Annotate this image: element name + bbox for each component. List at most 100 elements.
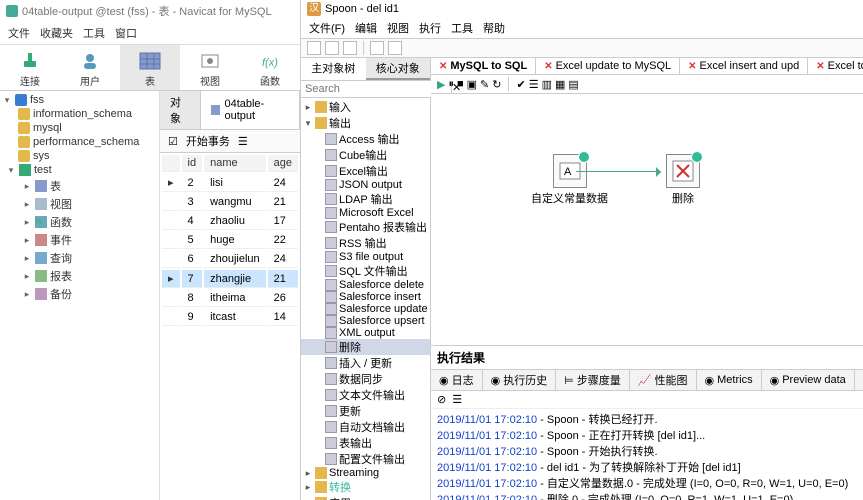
step-item[interactable]: Microsoft Excel (301, 207, 430, 219)
close-icon[interactable]: ✕ (439, 61, 447, 72)
verify-icon[interactable]: ✔ (516, 78, 525, 91)
step-item[interactable]: Salesforce upsert (301, 315, 430, 327)
step-item[interactable]: S3 file output (301, 251, 430, 263)
tree-db[interactable]: mysql (0, 121, 159, 135)
tab-output[interactable]: 04table-output (201, 91, 300, 129)
editor-tab[interactable]: ✕MySQL to SQL (431, 58, 536, 74)
table-row[interactable]: 5huge22 (162, 232, 298, 249)
open-icon[interactable] (325, 41, 339, 55)
data-grid[interactable]: idnameage ▸2lisi243wangmu214zhaoliu175hu… (160, 153, 300, 328)
rtab-log[interactable]: ◉日志 (431, 370, 483, 390)
step-item[interactable]: Excel输出 (301, 163, 430, 179)
conn-root[interactable]: ▾fss (0, 93, 159, 107)
cat-trans[interactable]: ▸转换 (301, 479, 430, 495)
step-item[interactable]: LDAP 输出 (301, 191, 430, 207)
stop-icon[interactable]: ■ (457, 78, 464, 90)
menu-fav[interactable]: 收藏夹 (40, 25, 73, 41)
editor-tab[interactable]: ✕Excel update to MySQL (536, 58, 680, 74)
rtab-metrics[interactable]: ⊨步骤度量 (556, 370, 630, 390)
menu-run[interactable]: 执行 (419, 20, 441, 36)
steps-tree[interactable]: ▸输入 ▾输出 Access 输出Cube输出Excel输出JSON outpu… (301, 98, 430, 500)
step-item[interactable]: Salesforce delete (301, 279, 430, 291)
tool-user[interactable]: 用户 (60, 45, 120, 90)
rtab-preview[interactable]: ◉Preview data (762, 370, 855, 390)
filter-icon[interactable]: ☰ (238, 135, 248, 148)
table-row[interactable]: 9itcast14 (162, 309, 298, 326)
rtab-metrics2[interactable]: ◉Metrics (697, 370, 762, 390)
hop-arrow[interactable] (576, 171, 661, 172)
close-icon[interactable]: ✕ (544, 61, 552, 72)
tab-core[interactable]: 核心对象 (366, 58, 431, 80)
debug-icon[interactable]: ✎ (480, 78, 489, 91)
search-input[interactable] (301, 81, 451, 97)
table-row[interactable]: 6zhoujielun24 (162, 251, 298, 268)
transformation-canvas[interactable]: A 自定义常量数据 删除 (431, 94, 863, 345)
tree-views[interactable]: ▸视图 (0, 195, 159, 213)
step-item[interactable]: SQL 文件输出 (301, 263, 430, 279)
menu-file[interactable]: 文件 (8, 25, 30, 41)
step-item[interactable]: 更新 (301, 403, 430, 419)
navicat-tree[interactable]: ▾fss information_schema mysql performanc… (0, 91, 160, 500)
menu-tools[interactable]: 工具 (83, 25, 105, 41)
tree-db[interactable]: performance_schema (0, 135, 159, 149)
step-item[interactable]: 文本文件输出 (301, 387, 430, 403)
tool-table[interactable]: 表 (120, 45, 180, 90)
tree-db[interactable]: information_schema (0, 107, 159, 121)
step-node[interactable]: A 自定义常量数据 (531, 154, 608, 206)
impact-icon[interactable]: ☰ (529, 78, 539, 91)
saveas-icon[interactable] (388, 41, 402, 55)
rtab-perf[interactable]: 📈性能图 (630, 370, 697, 390)
replay-icon[interactable]: ↻ (492, 78, 501, 91)
step-item[interactable]: 表输出 (301, 435, 430, 451)
save-icon[interactable] (370, 41, 384, 55)
menu-window[interactable]: 窗口 (115, 25, 137, 41)
cat-input[interactable]: ▸输入 (301, 99, 430, 115)
tree-tables[interactable]: ▸表 (0, 177, 159, 195)
menu-view[interactable]: 视图 (387, 20, 409, 36)
step-item[interactable]: Salesforce insert (301, 291, 430, 303)
cat-app[interactable]: ▸应用 (301, 495, 430, 500)
step-item[interactable]: Access 输出 (301, 131, 430, 147)
tree-queries[interactable]: ▸查询 (0, 249, 159, 267)
clear-log-icon[interactable]: ⊘ (437, 393, 446, 406)
table-row[interactable]: 3wangmu21 (162, 194, 298, 211)
new-icon[interactable] (307, 41, 321, 55)
tool-view[interactable]: 视图 (180, 45, 240, 90)
table-row[interactable]: 4zhaoliu17 (162, 213, 298, 230)
begin-transaction[interactable]: 开始事务 (186, 133, 230, 149)
step-item[interactable]: XML output (301, 327, 430, 339)
step-node[interactable]: 删除 (666, 154, 700, 206)
tab-main-tree[interactable]: 主对象树 (301, 58, 366, 80)
tree-reports[interactable]: ▸报表 (0, 267, 159, 285)
show-results-icon[interactable]: ▤ (568, 78, 578, 91)
tab-objects[interactable]: 对象 (160, 91, 201, 129)
explore-db-icon[interactable]: ▦ (555, 78, 565, 91)
pause-icon[interactable]: ⏸ (448, 78, 454, 91)
menu-edit[interactable]: 编辑 (355, 20, 377, 36)
spoon-menubar[interactable]: 文件(F) 编辑 视图 执行 工具 帮助 (301, 18, 863, 39)
close-icon[interactable]: ✕ (816, 61, 824, 72)
step-item[interactable]: 配置文件输出 (301, 451, 430, 467)
log-output[interactable]: 2019/11/01 17:02:10 - Spoon - 转换已经打开.201… (431, 409, 863, 500)
tree-fns[interactable]: ▸fx函数 (0, 213, 159, 231)
tool-connect[interactable]: 连接 (0, 45, 60, 90)
checkbox-icon[interactable]: ☑ (168, 135, 178, 148)
step-item[interactable]: 删除 (301, 339, 430, 355)
step-item[interactable]: Cube输出 (301, 147, 430, 163)
table-row[interactable]: ▸7zhangjie21 (162, 270, 298, 288)
tree-db-open[interactable]: ▾test (0, 163, 159, 177)
menu-tools[interactable]: 工具 (451, 20, 473, 36)
cat-streaming[interactable]: ▸Streaming (301, 467, 430, 479)
tree-backup[interactable]: ▸备份 (0, 285, 159, 303)
step-item[interactable]: 自动文档输出 (301, 419, 430, 435)
close-icon[interactable]: ✕ (688, 61, 696, 72)
cat-output[interactable]: ▾输出 (301, 115, 430, 131)
step-item[interactable]: 插入 / 更新 (301, 355, 430, 371)
rtab-history[interactable]: ◉执行历史 (483, 370, 557, 390)
run-icon[interactable]: ▶ (437, 78, 445, 91)
step-item[interactable]: Pentaho 报表输出 (301, 219, 430, 235)
sql-icon[interactable]: ▥ (542, 78, 552, 91)
menu-help[interactable]: 帮助 (483, 20, 505, 36)
tree-db[interactable]: sys (0, 149, 159, 163)
step-item[interactable]: Salesforce update (301, 303, 430, 315)
